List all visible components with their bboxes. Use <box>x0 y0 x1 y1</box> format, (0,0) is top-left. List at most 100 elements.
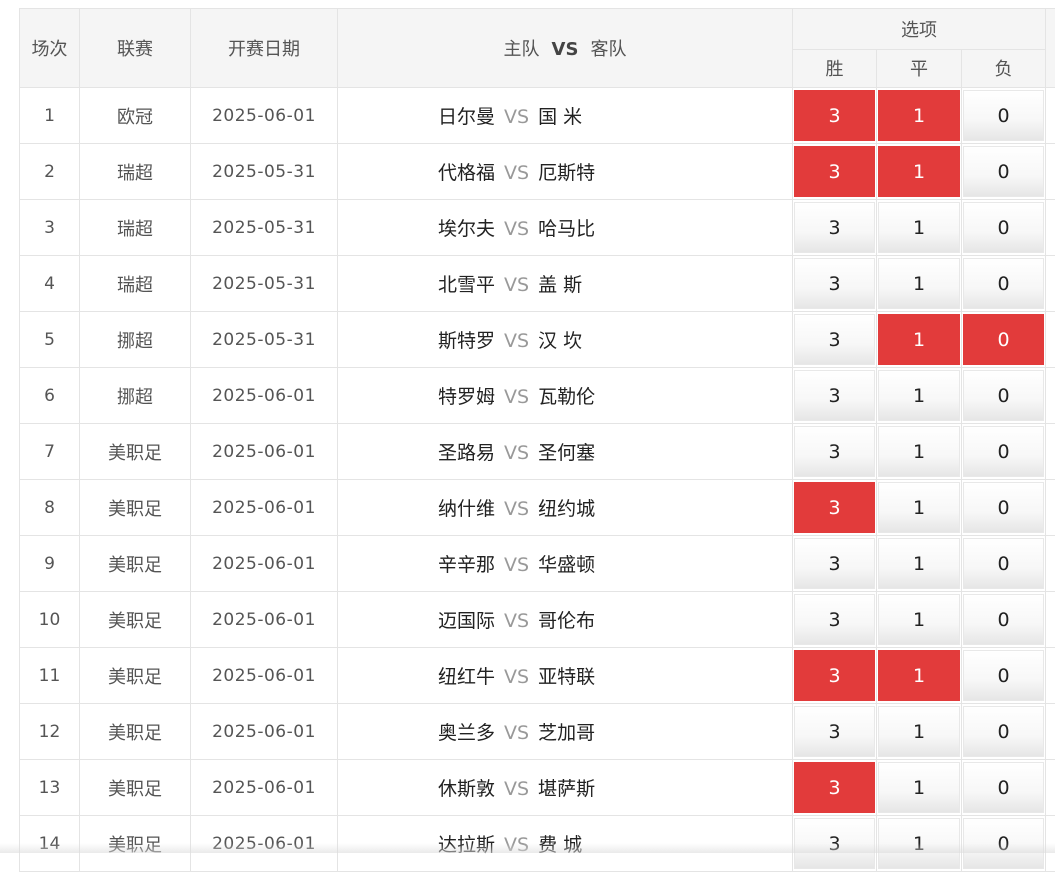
option-cell-draw: 1 <box>877 592 962 648</box>
league-name: 美职足 <box>80 424 191 480</box>
option-lose-button[interactable]: 0 <box>963 90 1044 141</box>
option-win-button[interactable]: 3 <box>794 594 875 645</box>
league-name: 美职足 <box>80 592 191 648</box>
option-draw-button[interactable]: 1 <box>878 370 960 421</box>
vs-label: VS <box>504 722 529 744</box>
table-row: 8 美职足 2025-06-01 纳什维VS纽约城 3 1 0 <box>20 480 1055 536</box>
row-extra-cell <box>1046 760 1055 816</box>
option-lose-button[interactable]: 0 <box>963 314 1044 365</box>
vs-label: VS <box>504 554 529 576</box>
league-name: 欧冠 <box>80 88 191 144</box>
table-row: 11 美职足 2025-06-01 纽红牛VS亚特联 3 1 0 <box>20 648 1055 704</box>
match-index: 9 <box>20 536 80 592</box>
option-win-button[interactable]: 3 <box>794 762 875 813</box>
vs-label: VS <box>504 610 529 632</box>
league-name: 美职足 <box>80 648 191 704</box>
option-draw-button[interactable]: 1 <box>878 706 960 757</box>
match-index: 3 <box>20 200 80 256</box>
option-cell-draw: 1 <box>877 256 962 312</box>
option-win-button[interactable]: 3 <box>794 650 875 701</box>
away-team: 厄斯特 <box>538 162 595 184</box>
match-date: 2025-06-01 <box>191 88 338 144</box>
home-team: 日尔曼 <box>438 106 495 128</box>
option-draw-button[interactable]: 1 <box>878 538 960 589</box>
away-team: 华盛顿 <box>538 554 595 576</box>
option-draw-button[interactable]: 1 <box>878 258 960 309</box>
option-lose-button[interactable]: 0 <box>963 594 1044 645</box>
option-cell-draw: 1 <box>877 480 962 536</box>
option-cell-win: 3 <box>793 480 877 536</box>
option-win-button[interactable]: 3 <box>794 258 875 309</box>
row-extra-cell <box>1046 480 1055 536</box>
option-cell-win: 3 <box>793 704 877 760</box>
option-lose-button[interactable]: 0 <box>963 650 1044 701</box>
vs-label: VS <box>504 330 529 352</box>
option-cell-draw: 1 <box>877 144 962 200</box>
option-cell-lose: 0 <box>962 256 1046 312</box>
vs-label: VS <box>504 218 529 240</box>
option-draw-button[interactable]: 1 <box>878 426 960 477</box>
home-team: 纽红牛 <box>438 666 495 688</box>
option-cell-lose: 0 <box>962 368 1046 424</box>
match-date: 2025-06-01 <box>191 424 338 480</box>
option-lose-button[interactable]: 0 <box>963 202 1044 253</box>
option-lose-button[interactable]: 0 <box>963 258 1044 309</box>
home-team: 辛辛那 <box>438 554 495 576</box>
option-lose-button[interactable]: 0 <box>963 146 1044 197</box>
option-cell-lose: 0 <box>962 536 1046 592</box>
option-cell-win: 3 <box>793 312 877 368</box>
league-name: 美职足 <box>80 704 191 760</box>
option-draw-button[interactable]: 1 <box>878 650 960 701</box>
league-name: 瑞超 <box>80 200 191 256</box>
option-win-button[interactable]: 3 <box>794 538 875 589</box>
option-win-button[interactable]: 3 <box>794 314 875 365</box>
option-draw-button[interactable]: 1 <box>878 202 960 253</box>
option-cell-lose: 0 <box>962 648 1046 704</box>
option-lose-button[interactable]: 0 <box>963 538 1044 589</box>
match-teams: 奥兰多VS芝加哥 <box>338 704 793 760</box>
option-draw-button[interactable]: 1 <box>878 90 960 141</box>
option-lose-button[interactable]: 0 <box>963 426 1044 477</box>
table-row: 13 美职足 2025-06-01 休斯敦VS堪萨斯 3 1 0 <box>20 760 1055 816</box>
option-draw-button[interactable]: 1 <box>878 762 960 813</box>
away-team: 芝加哥 <box>538 722 595 744</box>
option-draw-button[interactable]: 1 <box>878 482 960 533</box>
away-team: 盖 斯 <box>538 274 582 296</box>
col-header-home: 主队 <box>504 39 540 60</box>
option-draw-button[interactable]: 1 <box>878 314 960 365</box>
option-win-button[interactable]: 3 <box>794 426 875 477</box>
home-team: 纳什维 <box>438 498 495 520</box>
match-date: 2025-06-01 <box>191 368 338 424</box>
away-team: 亚特联 <box>538 666 595 688</box>
match-index: 7 <box>20 424 80 480</box>
option-lose-button[interactable]: 0 <box>963 706 1044 757</box>
option-cell-lose: 0 <box>962 88 1046 144</box>
option-win-button[interactable]: 3 <box>794 90 875 141</box>
match-date: 2025-06-01 <box>191 704 338 760</box>
option-win-button[interactable]: 3 <box>794 482 875 533</box>
match-teams: 纽红牛VS亚特联 <box>338 648 793 704</box>
match-index: 13 <box>20 760 80 816</box>
option-cell-draw: 1 <box>877 368 962 424</box>
option-lose-button[interactable]: 0 <box>963 370 1044 421</box>
option-win-button[interactable]: 3 <box>794 202 875 253</box>
home-team: 迈国际 <box>438 610 495 632</box>
option-cell-lose: 0 <box>962 704 1046 760</box>
option-win-button[interactable]: 3 <box>794 706 875 757</box>
table-row: 2 瑞超 2025-05-31 代格福VS厄斯特 3 1 0 <box>20 144 1055 200</box>
home-team: 休斯敦 <box>438 778 495 800</box>
option-cell-draw: 1 <box>877 760 962 816</box>
option-win-button[interactable]: 3 <box>794 370 875 421</box>
option-lose-button[interactable]: 0 <box>963 762 1044 813</box>
away-team: 国 米 <box>538 106 582 128</box>
option-lose-button[interactable]: 0 <box>963 482 1044 533</box>
match-teams: 休斯敦VS堪萨斯 <box>338 760 793 816</box>
option-draw-button[interactable]: 1 <box>878 146 960 197</box>
league-name: 挪超 <box>80 368 191 424</box>
option-cell-draw: 1 <box>877 200 962 256</box>
away-team: 圣何塞 <box>538 442 595 464</box>
option-draw-button[interactable]: 1 <box>878 594 960 645</box>
option-win-button[interactable]: 3 <box>794 146 875 197</box>
option-cell-win: 3 <box>793 424 877 480</box>
match-date: 2025-05-31 <box>191 144 338 200</box>
